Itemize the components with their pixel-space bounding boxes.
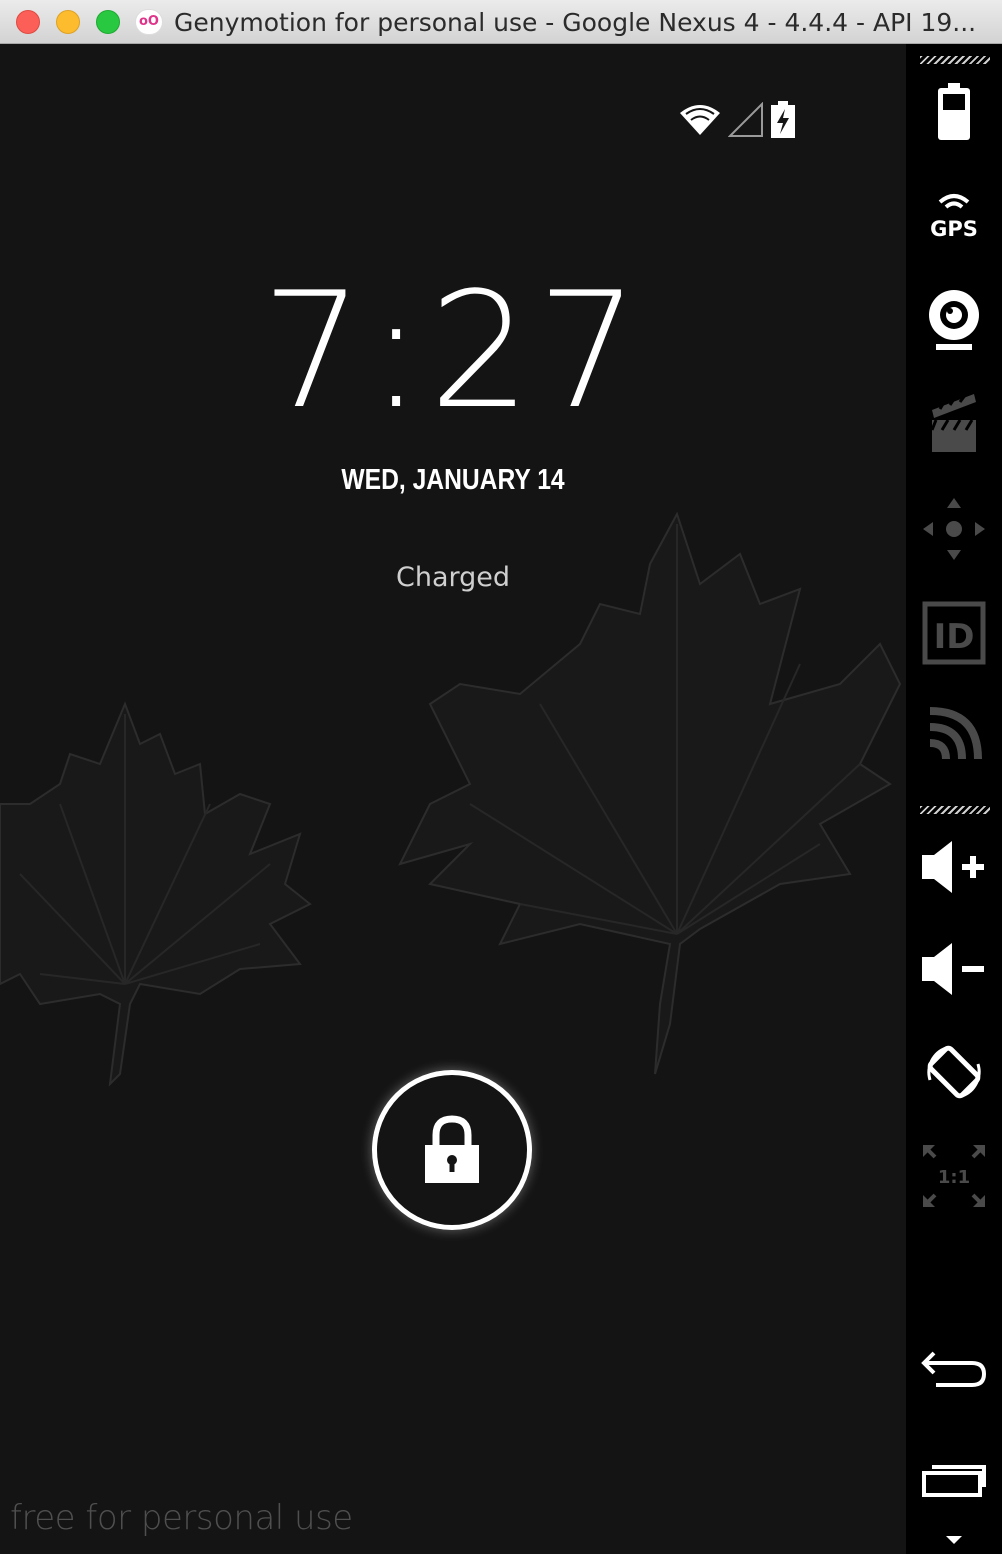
battery-charging-icon (771, 101, 795, 138)
network-tool-button[interactable] (906, 702, 1002, 768)
close-window-button[interactable] (16, 10, 40, 34)
battery-status-text: Charged (395, 562, 511, 593)
emulator-toolbar: GPS ID 1:1 (906, 44, 1002, 1554)
zoom-window-button[interactable] (96, 10, 120, 34)
battery-icon (938, 83, 970, 140)
id-icon: ID (922, 601, 986, 665)
lock-icon (425, 1115, 479, 1183)
wifi-icon (680, 105, 720, 135)
volume-down-icon (922, 943, 984, 995)
minimize-window-button[interactable] (56, 10, 80, 34)
scale-icon: 1:1 (923, 1145, 985, 1207)
signal-arcs-icon (929, 707, 982, 760)
unlock-button[interactable] (372, 1070, 532, 1230)
battery-tool-button[interactable] (906, 80, 1002, 144)
recent-apps-tool-button[interactable] (906, 1452, 1002, 1506)
clapperboard-icon (930, 393, 976, 452)
volume-up-tool-button[interactable] (906, 834, 1002, 900)
window-title: Genymotion for personal use - Google Nex… (174, 8, 977, 37)
toolbar-more-button[interactable] (906, 1530, 1002, 1550)
pixel-perfect-tool-button[interactable]: 1:1 (906, 1142, 1002, 1210)
toolbar-grip-middle[interactable] (920, 806, 990, 814)
device-screen[interactable]: 7:27 WED, JANUARY 14 Charged free for pe… (0, 44, 906, 1554)
watermark-text: free for personal use (10, 1498, 353, 1538)
identifiers-tool-button[interactable]: ID (906, 600, 1002, 666)
remote-control-tool-button[interactable] (906, 494, 1002, 564)
gps-label: GPS (930, 217, 978, 240)
gps-icon: GPS (930, 194, 978, 240)
chevron-down-icon (946, 1536, 962, 1544)
status-bar-icons (678, 100, 796, 140)
rotate-tool-button[interactable] (906, 1038, 1002, 1106)
cell-signal-icon (728, 102, 763, 137)
webcam-tool-button[interactable] (906, 284, 1002, 354)
back-arrow-icon (921, 1351, 987, 1387)
window-titlebar: oO Genymotion for personal use - Google … (0, 0, 1002, 44)
volume-up-icon (922, 841, 984, 893)
lockscreen-date: WED, JANUARY 14 (341, 464, 565, 496)
gps-tool-button[interactable]: GPS (906, 184, 1002, 244)
rotate-icon (927, 1045, 981, 1099)
volume-down-tool-button[interactable] (906, 936, 1002, 1002)
genymotion-app-icon: oO (135, 9, 163, 35)
webcam-icon (929, 290, 979, 350)
back-tool-button[interactable] (906, 1342, 1002, 1396)
recent-apps-icon (922, 1465, 986, 1497)
screencast-tool-button[interactable] (906, 390, 1002, 456)
dpad-icon (923, 498, 985, 560)
toolbar-grip-top[interactable] (920, 56, 990, 64)
id-label: ID (934, 617, 975, 657)
lockscreen-clock: 7:27 (261, 257, 645, 444)
scale-label: 1:1 (938, 1167, 970, 1188)
